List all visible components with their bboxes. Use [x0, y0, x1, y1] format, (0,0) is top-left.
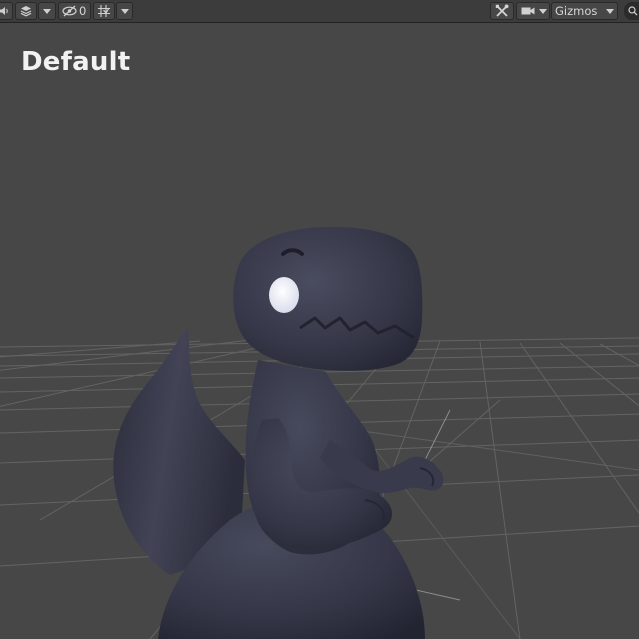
- grid-dropdown-button[interactable]: [116, 2, 133, 20]
- visibility-hidden-icon: [62, 5, 77, 17]
- hidden-objects-count: 0: [79, 4, 87, 18]
- scene-view[interactable]: 0 Gizmos Default: [0, 0, 639, 639]
- gizmos-label: Gizmos: [555, 4, 598, 18]
- gizmos-button[interactable]: Gizmos: [551, 2, 618, 20]
- dropdown-icon: [43, 8, 51, 14]
- camera-settings-button[interactable]: [516, 2, 550, 20]
- tools-icon: [495, 4, 509, 18]
- scene-toolbar: 0 Gizmos: [0, 0, 639, 23]
- scene-viewport[interactable]: Default: [0, 23, 639, 639]
- scene-canvas: [0, 226, 639, 639]
- dropdown-icon: [539, 8, 547, 14]
- effects-layers-icon: [20, 5, 32, 17]
- dinosaur-eye: [269, 277, 299, 313]
- audio-icon: [0, 6, 9, 16]
- search-field[interactable]: [624, 2, 639, 20]
- gizmos-dropdown-icon: [606, 8, 615, 14]
- grid-snap-icon: [97, 4, 111, 18]
- grid-snap-button[interactable]: [93, 2, 115, 20]
- audio-toggle-button[interactable]: [0, 2, 13, 20]
- search-icon: [628, 6, 638, 16]
- tools-button[interactable]: [490, 2, 514, 20]
- dropdown-icon: [120, 8, 129, 14]
- camera-icon: [521, 6, 535, 16]
- effects-button[interactable]: [15, 2, 37, 20]
- shading-mode-label: Default: [21, 47, 131, 77]
- scene-visibility-button[interactable]: 0: [58, 2, 91, 20]
- dinosaur-head: [233, 226, 423, 371]
- dinosaur-model[interactable]: [113, 226, 444, 639]
- effects-dropdown-button[interactable]: [38, 2, 56, 20]
